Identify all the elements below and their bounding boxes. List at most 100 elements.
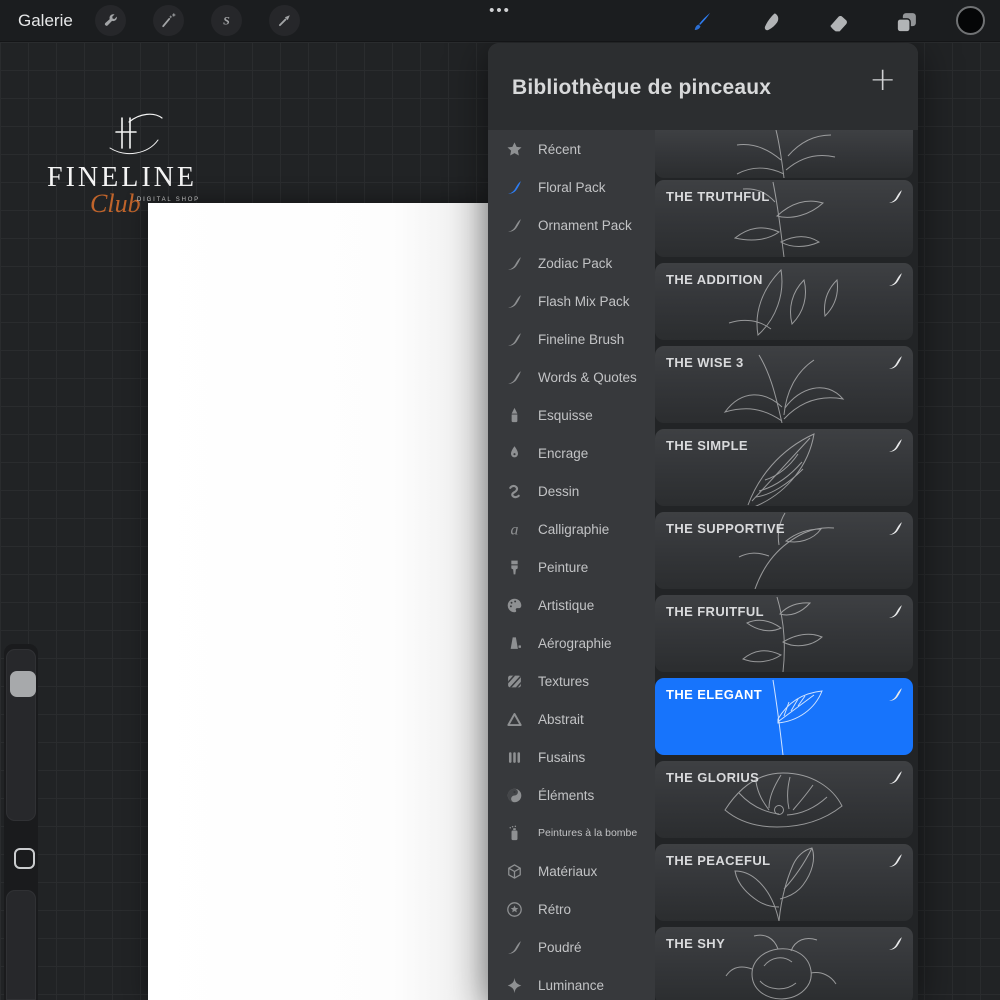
brush-opacity-slider[interactable] xyxy=(6,890,36,1000)
brush-stroke-icon xyxy=(887,603,904,620)
brush-category-textures[interactable]: Textures xyxy=(488,662,655,700)
calligraphy-icon: a xyxy=(503,518,525,540)
brush-category-r-tro[interactable]: Rétro xyxy=(488,890,655,928)
svg-text:a: a xyxy=(510,521,518,538)
brush-category-a-rographie[interactable]: Aérographie xyxy=(488,624,655,662)
brush-library-header: Bibliothèque de pinceaux + xyxy=(488,43,918,130)
brush-stroke-icon xyxy=(503,176,525,198)
brush-stroke-icon xyxy=(503,936,525,958)
brush-item[interactable] xyxy=(655,130,913,178)
brush-category-peinture[interactable]: Peinture xyxy=(488,548,655,586)
retro-star-icon xyxy=(503,898,525,920)
brush-item-the-truthful[interactable]: THE TRUTHFUL xyxy=(655,180,913,257)
brush-category-encrage[interactable]: Encrage xyxy=(488,434,655,472)
layers-button[interactable] xyxy=(891,7,921,37)
spray-can-icon xyxy=(503,822,525,844)
brush-stroke-icon xyxy=(503,328,525,350)
drawing-canvas[interactable] xyxy=(148,203,489,1000)
canvas-workspace: FINELINE Club DIGITAL SHOP Bibliothèque … xyxy=(0,42,1000,1000)
brush-category-fineline-brush[interactable]: Fineline Brush xyxy=(488,320,655,358)
brush-stroke-icon xyxy=(887,686,904,703)
brush-category-words-quotes[interactable]: Words & Quotes xyxy=(488,358,655,396)
brush-category-r-cent[interactable]: Récent xyxy=(488,130,655,168)
brush-stroke-icon xyxy=(887,935,904,952)
brush-item-the-elegant[interactable]: THE ELEGANT xyxy=(655,678,913,755)
palette-icon xyxy=(503,594,525,616)
brush-stroke-icon xyxy=(503,214,525,236)
brush-library-panel: Bibliothèque de pinceaux + Récent Floral… xyxy=(488,43,918,1000)
elements-icon xyxy=(503,784,525,806)
brush-stroke-icon xyxy=(503,252,525,274)
brush-category-peintures-la-bombe[interactable]: Peintures à la bombe xyxy=(488,814,655,852)
brush-category-artistique[interactable]: Artistique xyxy=(488,586,655,624)
brush-size-handle[interactable] xyxy=(10,671,36,697)
brush-category-list: Récent Floral Pack Ornament Pack Zodiac … xyxy=(488,130,655,1000)
brush-category-abstrait[interactable]: Abstrait xyxy=(488,700,655,738)
add-brush-button[interactable]: + xyxy=(869,63,896,95)
brush-category-zodiac-pack[interactable]: Zodiac Pack xyxy=(488,244,655,282)
brush-category-fusains[interactable]: Fusains xyxy=(488,738,655,776)
cube-icon xyxy=(503,860,525,882)
brush-stroke-icon xyxy=(887,354,904,371)
wrench-button[interactable] xyxy=(95,5,126,36)
brush-item-the-wise-3[interactable]: THE WISE 3 xyxy=(655,346,913,423)
gallery-button[interactable]: Galerie xyxy=(18,0,73,42)
brush-category-ornament-pack[interactable]: Ornament Pack xyxy=(488,206,655,244)
star-icon xyxy=(503,138,525,160)
brush-stroke-icon xyxy=(887,520,904,537)
triangle-icon xyxy=(503,708,525,730)
move-arrow-button[interactable] xyxy=(269,5,300,36)
airbrush-icon xyxy=(503,632,525,654)
sidebar-tools xyxy=(4,644,38,1000)
smudge-button[interactable] xyxy=(755,7,785,37)
charcoal-icon xyxy=(503,746,525,768)
top-toolbar: Galerie S ••• xyxy=(0,0,1000,42)
brush-category-floral-pack[interactable]: Floral Pack xyxy=(488,168,655,206)
color-swatch-button[interactable] xyxy=(956,6,985,35)
brush-item-the-shy[interactable]: THE SHY xyxy=(655,927,913,1000)
brush-item-the-fruitful[interactable]: THE FRUITFUL xyxy=(655,595,913,672)
wrench-icon xyxy=(102,12,119,29)
brush-item-the-glorius[interactable]: THE GLORIUS xyxy=(655,761,913,838)
brush-category-mat-riaux[interactable]: Matériaux xyxy=(488,852,655,890)
brush-category-calligraphie[interactable]: a Calligraphie xyxy=(488,510,655,548)
modify-button[interactable] xyxy=(14,848,35,869)
brush-item-the-addition[interactable]: THE ADDITION xyxy=(655,263,913,340)
brush-preview-art xyxy=(655,130,913,178)
brush-stroke-icon xyxy=(887,271,904,288)
texture-icon xyxy=(503,670,525,692)
squiggle-icon xyxy=(503,480,525,502)
brush-category-poudr-[interactable]: Poudré xyxy=(488,928,655,966)
brush-category-esquisse[interactable]: Esquisse xyxy=(488,396,655,434)
brush-size-slider[interactable] xyxy=(6,649,36,821)
logo-script-text: Club xyxy=(90,189,141,219)
brush-item-the-peaceful[interactable]: THE PEACEFUL xyxy=(655,844,913,921)
paint-brush-button[interactable] xyxy=(685,7,715,37)
brush-item-the-simple[interactable]: THE SIMPLE xyxy=(655,429,913,506)
more-options-button[interactable]: ••• xyxy=(472,2,528,19)
brush-stroke-icon xyxy=(887,769,904,786)
adjustments-s-button[interactable]: S xyxy=(211,5,242,36)
brush-stroke-icon xyxy=(503,366,525,388)
brush-stroke-icon xyxy=(503,290,525,312)
eraser-icon xyxy=(826,10,851,35)
brush-category-luminance[interactable]: Luminance xyxy=(488,966,655,1000)
brush-stroke-icon xyxy=(887,852,904,869)
brush-category-dessin[interactable]: Dessin xyxy=(488,472,655,510)
magic-wand-icon xyxy=(160,12,177,29)
eraser-button[interactable] xyxy=(823,7,853,37)
ink-nib-icon xyxy=(503,442,525,464)
sparkle-icon xyxy=(503,974,525,996)
procreate-app: FINELINE Club DIGITAL SHOP Bibliothèque … xyxy=(0,0,1000,1000)
brush-category-flash-mix-pack[interactable]: Flash Mix Pack xyxy=(488,282,655,320)
panel-title: Bibliothèque de pinceaux xyxy=(512,76,771,100)
logo-brand-text: FINELINE xyxy=(42,165,202,191)
svg-text:S: S xyxy=(223,13,230,27)
brush-category--l-ments[interactable]: Éléments xyxy=(488,776,655,814)
brush-stroke-icon xyxy=(887,188,904,205)
brush-item-the-supportive[interactable]: THE SUPPORTIVE xyxy=(655,512,913,589)
adjustments-s-icon: S xyxy=(218,12,235,29)
brush-list: THE TRUTHFUL THE ADDITION THE WISE 3 THE… xyxy=(655,130,918,1000)
magic-wand-button[interactable] xyxy=(153,5,184,36)
pencil-icon xyxy=(503,404,525,426)
